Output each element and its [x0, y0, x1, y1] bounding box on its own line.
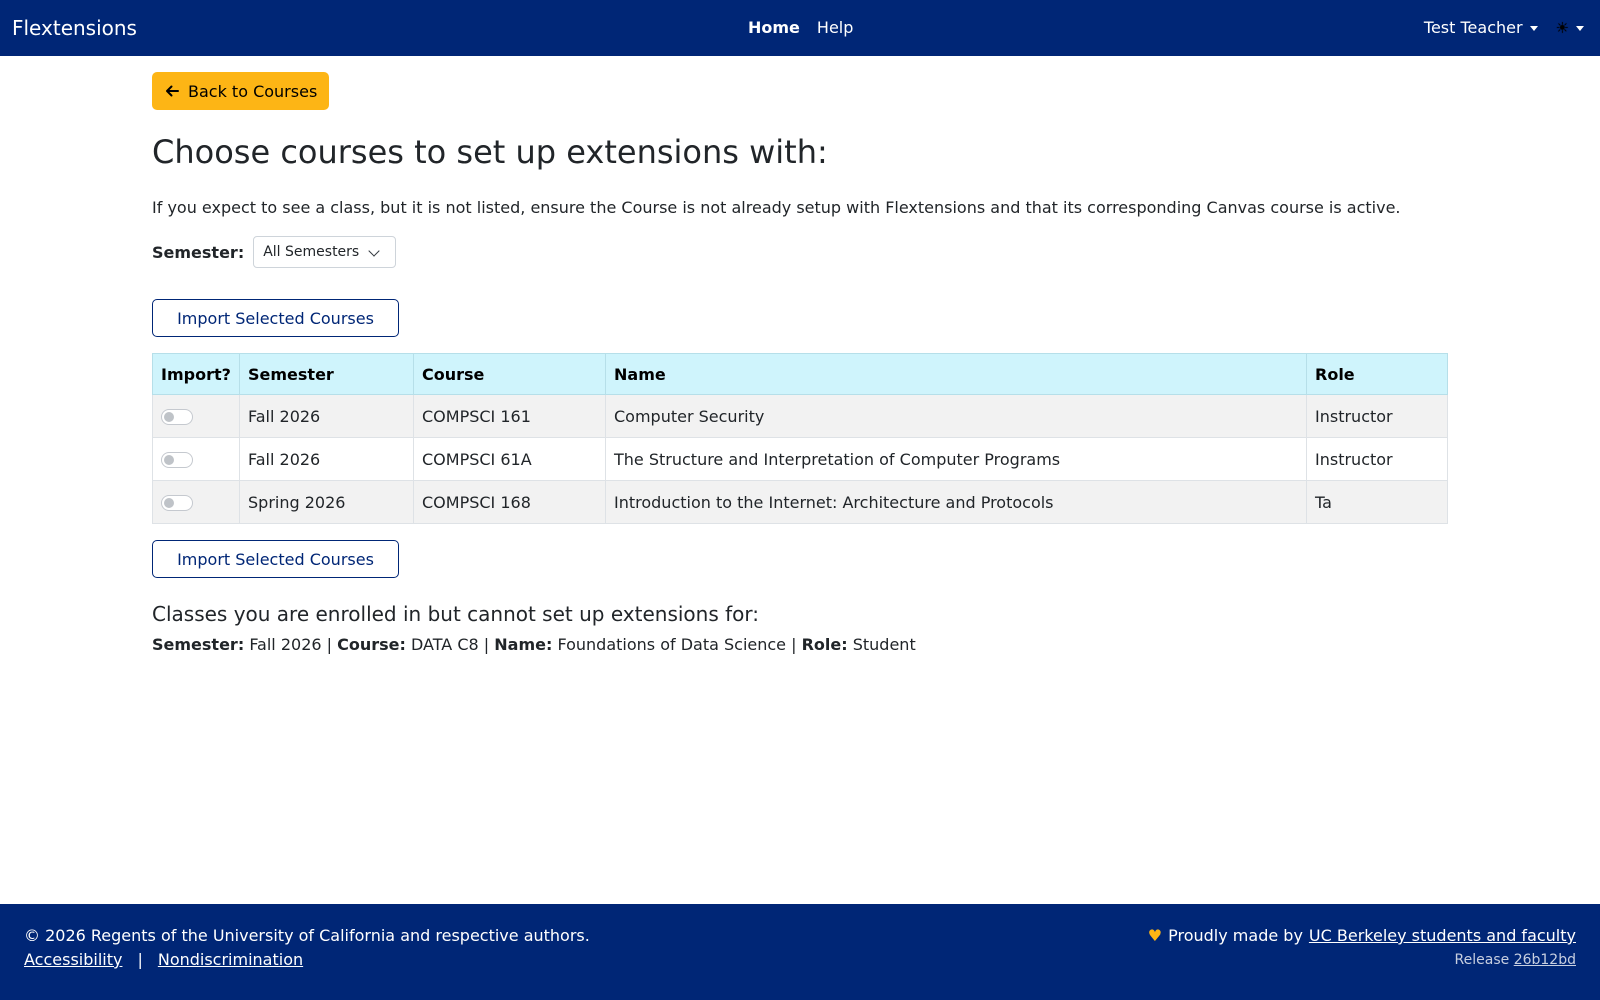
- copyright-text: © 2026 Regents of the University of Cali…: [24, 926, 590, 945]
- toggle-knob: [164, 455, 174, 465]
- semester-filter: Semester: All Semesters: [152, 236, 397, 268]
- footer: © 2026 Regents of the University of Cali…: [0, 904, 1600, 1000]
- enrolled-course-line: Semester: Fall 2026 | Course: DATA C8 | …: [152, 634, 916, 656]
- enrolled-role-label: Role:: [801, 635, 848, 654]
- footer-link-separator: |: [137, 950, 143, 969]
- sun-icon: ☀: [1555, 19, 1569, 37]
- name-cell: Computer Security: [605, 394, 1307, 438]
- release-hash-link[interactable]: 26b12bd: [1514, 952, 1576, 968]
- page-title: Choose courses to set up extensions with…: [152, 133, 828, 171]
- name-cell: Introduction to the Internet: Architectu…: [605, 480, 1307, 524]
- user-name: Test Teacher: [1423, 18, 1523, 37]
- enrolled-section-title: Classes you are enrolled in but cannot s…: [152, 602, 759, 626]
- nav-home-link[interactable]: Home: [748, 17, 800, 39]
- import-cell: [152, 394, 240, 438]
- semester-filter-label: Semester:: [152, 242, 245, 262]
- user-menu-dropdown[interactable]: Test Teacher: [1424, 17, 1538, 39]
- import-toggle[interactable]: [161, 409, 193, 425]
- toggle-knob: [164, 498, 174, 508]
- semester-cell: Fall 2026: [239, 437, 414, 481]
- separator: |: [483, 635, 490, 654]
- chevron-down-icon: [368, 245, 380, 257]
- course-cell: COMPSCI 168: [413, 480, 606, 524]
- separator: |: [791, 635, 797, 654]
- nav-help-link[interactable]: Help: [817, 17, 853, 39]
- import-toggle[interactable]: [161, 452, 193, 468]
- arrow-left-icon: [166, 85, 179, 97]
- table-row: Fall 2026 COMPSCI 61A The Structure and …: [152, 437, 1448, 481]
- enrolled-semester-label: Semester:: [152, 635, 245, 654]
- release-label: Release: [1454, 952, 1510, 968]
- enrolled-role: Student: [852, 635, 916, 654]
- heart-icon: ♥: [1147, 926, 1163, 945]
- table-row: Fall 2026 COMPSCI 161 Computer Security …: [152, 394, 1448, 438]
- nondiscrimination-link[interactable]: Nondiscrimination: [158, 949, 303, 971]
- course-cell: COMPSCI 161: [413, 394, 606, 438]
- name-cell: The Structure and Interpretation of Comp…: [605, 437, 1307, 481]
- enrolled-name: Foundations of Data Science: [557, 635, 787, 654]
- accessibility-link[interactable]: Accessibility: [24, 949, 122, 971]
- import-selected-courses-button-bottom[interactable]: Import Selected Courses: [152, 540, 399, 578]
- semester-select[interactable]: All Semesters: [253, 236, 397, 268]
- main-nav: Home Help: [748, 17, 853, 39]
- courses-table: Import? Semester Course Name Role Fall 2…: [152, 353, 1448, 524]
- enrolled-name-label: Name:: [494, 635, 553, 654]
- brand-logo[interactable]: Flextensions: [12, 15, 137, 41]
- footer-links: Accessibility | Nondiscrimination: [24, 949, 303, 971]
- release-info: Release 26b12bd: [1455, 950, 1576, 970]
- semester-cell: Spring 2026: [239, 480, 414, 524]
- back-button-label: Back to Courses: [188, 81, 318, 101]
- toggle-knob: [164, 412, 174, 422]
- import-cell: [152, 437, 240, 481]
- uc-berkeley-link[interactable]: UC Berkeley students and faculty: [1309, 925, 1576, 947]
- column-header-import: Import?: [152, 353, 240, 395]
- import-cell: [152, 480, 240, 524]
- import-toggle[interactable]: [161, 495, 193, 511]
- role-cell: Instructor: [1306, 394, 1448, 438]
- role-cell: Ta: [1306, 480, 1448, 524]
- back-to-courses-button[interactable]: Back to Courses: [152, 72, 329, 110]
- info-text: If you expect to see a class, but it is …: [152, 198, 1401, 217]
- semester-select-value: All Semesters: [263, 244, 360, 260]
- import-selected-courses-button-top[interactable]: Import Selected Courses: [152, 299, 399, 337]
- enrolled-course: DATA C8: [411, 635, 479, 654]
- table-row: Spring 2026 COMPSCI 168 Introduction to …: [152, 480, 1448, 524]
- enrolled-course-label: Course:: [337, 635, 406, 654]
- column-header-role: Role: [1306, 353, 1448, 395]
- column-header-semester: Semester: [239, 353, 414, 395]
- role-cell: Instructor: [1306, 437, 1448, 481]
- made-by: ♥ Proudly made by UC Berkeley students a…: [1148, 925, 1576, 947]
- column-header-name: Name: [605, 353, 1307, 395]
- nav-right: Test Teacher ☀: [1424, 17, 1584, 39]
- enrolled-semester: Fall 2026: [249, 635, 322, 654]
- column-header-course: Course: [413, 353, 606, 395]
- table-header-row: Import? Semester Course Name Role: [152, 353, 1448, 395]
- made-by-prefix: Proudly made by: [1168, 926, 1303, 945]
- caret-down-icon: [1576, 25, 1584, 31]
- semester-cell: Fall 2026: [239, 394, 414, 438]
- theme-toggle-dropdown[interactable]: ☀: [1556, 17, 1584, 39]
- top-navbar: Flextensions Home Help Test Teacher ☀: [0, 0, 1600, 56]
- separator: |: [326, 635, 333, 654]
- caret-down-icon: [1529, 25, 1538, 31]
- course-cell: COMPSCI 61A: [413, 437, 606, 481]
